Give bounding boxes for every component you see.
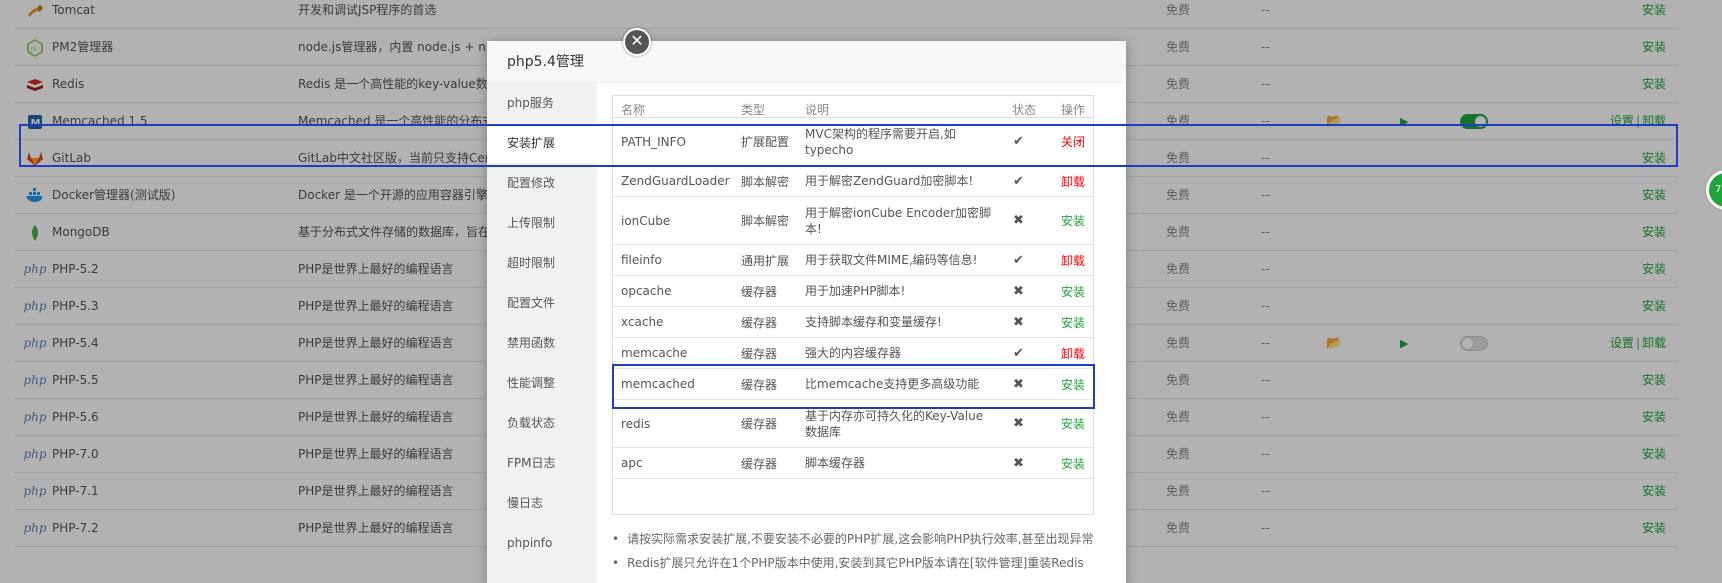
check-icon: ✔ — [1013, 252, 1024, 268]
table-header: 名称 类型 说明 状态 操作 — [613, 96, 1093, 118]
cross-icon: ✖ — [1013, 455, 1024, 471]
php-manager-dialog: php5.4管理 php服务 安装扩展 配置修改 上传限制 超时限制 配置文件 禁用函数 性能… — [487, 41, 1126, 583]
close-icon[interactable]: ✕ — [623, 28, 651, 56]
sidebar-item[interactable]: php服务 — [487, 83, 597, 123]
table-row: xcache 缓存器 支持脚本缓存和变量缓存! ✖ 安装 — [613, 307, 1093, 338]
sidebar-item[interactable]: 禁用函数 — [487, 323, 597, 363]
header-name: 名称 — [621, 103, 646, 117]
ext-action-link[interactable]: 安装 — [1061, 307, 1093, 337]
ext-name: opcache — [621, 284, 672, 298]
table-row: opcache 缓存器 用于加速PHP脚本! ✖ 安装 — [613, 276, 1093, 307]
table-body: PATH_INFO 扩展配置 MVC架构的程序需要开启,如typecho ✔ 关闭 Zen… — [613, 118, 1093, 479]
ext-action-link[interactable]: 安装 — [1061, 197, 1093, 244]
sidebar-item[interactable]: 配置文件 — [487, 283, 597, 323]
dialog-title: php5.4管理 — [487, 41, 1126, 83]
ext-desc: 用于加速PHP脚本! — [805, 284, 906, 298]
sidebar-item[interactable]: 负载状态 — [487, 403, 597, 443]
ext-action-link[interactable]: 安装 — [1061, 448, 1093, 478]
ext-type: 脚本解密 — [741, 214, 790, 228]
ext-type: 缓存器 — [741, 315, 778, 330]
highlight-memcache-ext — [612, 364, 1095, 409]
sidebar-item[interactable]: phpinfo — [487, 523, 597, 563]
header-desc: 说明 — [805, 103, 830, 117]
sidebar-item[interactable]: 慢日志 — [487, 483, 597, 523]
sidebar-item[interactable]: 性能调整 — [487, 363, 597, 403]
ext-desc: 脚本缓存器 — [805, 456, 866, 470]
ext-action-link[interactable]: 卸载 — [1061, 245, 1093, 275]
header-op: 操作 — [1061, 103, 1086, 117]
ext-name: fileinfo — [621, 253, 662, 267]
ext-desc: 支持脚本缓存和变量缓存! — [805, 315, 942, 329]
ext-action-link[interactable]: 安装 — [1061, 276, 1093, 306]
note-1: 请按实际需求安装扩展,不要安装不必要的PHP扩展,这会影响PHP执行效率,甚至出… — [612, 530, 1093, 547]
ext-name: xcache — [621, 315, 664, 329]
ext-type: 通用扩展 — [741, 253, 790, 268]
sidebar-item[interactable]: FPM日志 — [487, 443, 597, 483]
highlight-memcached-row — [19, 124, 1678, 167]
check-icon: ✔ — [1013, 173, 1024, 189]
ext-desc: 用于解密ionCube Encoder加密脚本! — [805, 205, 992, 236]
ext-name: ionCube — [621, 213, 671, 228]
ext-desc: 用于获取文件MIME,编码等信息! — [805, 253, 978, 267]
ext-type: 脚本解密 — [741, 174, 790, 189]
header-status: 状态 — [1012, 103, 1037, 117]
cross-icon: ✖ — [1013, 283, 1024, 299]
ext-name: ZendGuardLoader — [621, 174, 730, 188]
cross-icon: ✖ — [1013, 213, 1024, 228]
table-row: ZendGuardLoader 脚本解密 用于解密ZendGuard加密脚本! ✔ 卸载 — [613, 166, 1093, 197]
ext-desc: 用于解密ZendGuard加密脚本! — [805, 174, 974, 188]
sidebar-item[interactable]: 上传限制 — [487, 203, 597, 243]
header-type: 类型 — [741, 103, 766, 117]
ext-type: 缓存器 — [741, 284, 778, 299]
sidebar-item[interactable]: 超时限制 — [487, 243, 597, 283]
ext-action-link[interactable]: 卸载 — [1061, 166, 1093, 196]
note-2: Redis扩展只允许在1个PHP版本中使用,安装到其它PHP版本请在[软件管理]… — [612, 554, 1084, 571]
cross-icon: ✖ — [1013, 314, 1024, 330]
table-row: apc 缓存器 脚本缓存器 ✖ 安装 — [613, 448, 1093, 479]
ext-type: 缓存器 — [741, 456, 778, 471]
table-row: fileinfo 通用扩展 用于获取文件MIME,编码等信息! ✔ 卸载 — [613, 245, 1093, 276]
sidebar-item[interactable]: 配置修改 — [487, 163, 597, 203]
ext-name: apc — [621, 456, 643, 470]
table-row: ionCube 脚本解密 用于解密ionCube Encoder加密脚本! ✖ 安装 — [613, 197, 1093, 245]
